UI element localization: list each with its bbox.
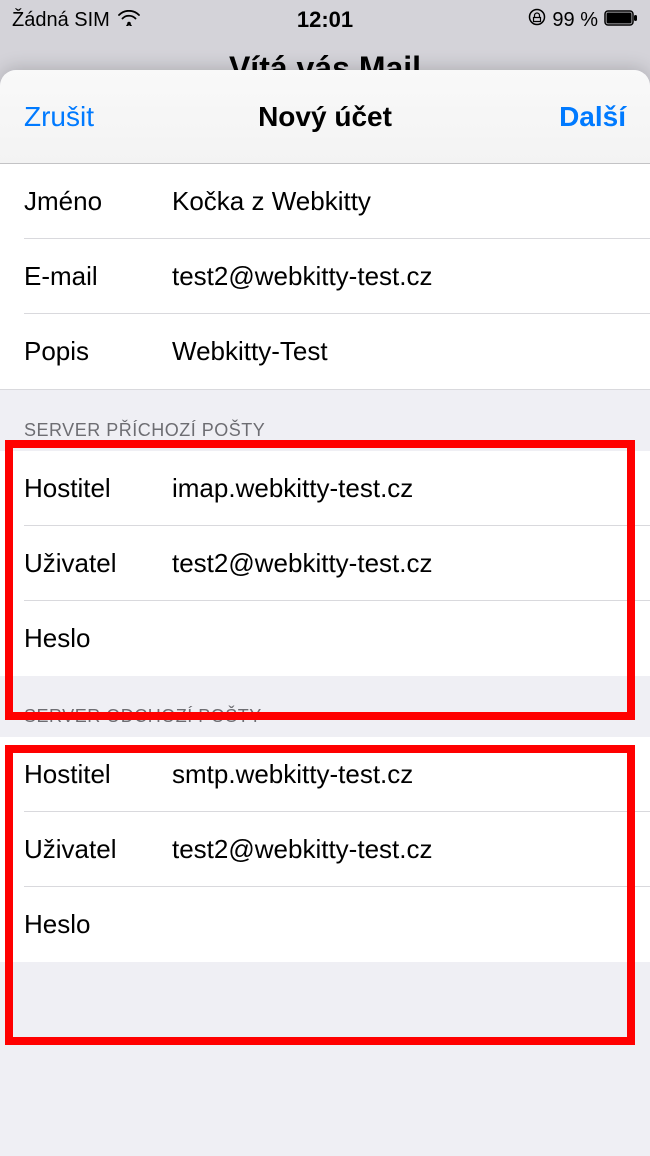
email-field[interactable] bbox=[172, 261, 650, 292]
wifi-icon bbox=[118, 9, 140, 32]
outgoing-host-field[interactable] bbox=[172, 759, 650, 790]
outgoing-user-label: Uživatel bbox=[24, 834, 172, 865]
description-label: Popis bbox=[24, 336, 172, 367]
incoming-pass-field[interactable] bbox=[172, 623, 650, 654]
row-outgoing-pass[interactable]: Heslo bbox=[0, 887, 650, 962]
navbar-title: Nový účet bbox=[258, 101, 392, 133]
status-right: 99 % bbox=[528, 8, 638, 32]
incoming-section: Hostitel Uživatel Heslo bbox=[0, 451, 650, 676]
name-label: Jméno bbox=[24, 186, 172, 217]
incoming-host-field[interactable] bbox=[172, 473, 650, 504]
next-button[interactable]: Další bbox=[559, 101, 626, 133]
row-name[interactable]: Jméno bbox=[0, 164, 650, 239]
row-description[interactable]: Popis bbox=[0, 314, 650, 389]
name-field[interactable] bbox=[172, 186, 650, 217]
outgoing-user-field[interactable] bbox=[172, 834, 650, 865]
row-incoming-pass[interactable]: Heslo bbox=[0, 601, 650, 676]
status-bar: Žádná SIM 12:01 99 % bbox=[0, 0, 650, 40]
cancel-button[interactable]: Zrušit bbox=[24, 101, 94, 133]
incoming-user-label: Uživatel bbox=[24, 548, 172, 579]
outgoing-header: SERVER ODCHOZÍ POŠTY bbox=[0, 676, 650, 737]
row-incoming-host[interactable]: Hostitel bbox=[0, 451, 650, 526]
email-label: E-mail bbox=[24, 261, 172, 292]
outgoing-pass-label: Heslo bbox=[24, 909, 172, 940]
incoming-host-label: Hostitel bbox=[24, 473, 172, 504]
carrier-text: Žádná SIM bbox=[12, 9, 110, 32]
status-left: Žádná SIM bbox=[12, 9, 140, 32]
account-section: Jméno E-mail Popis bbox=[0, 164, 650, 390]
modal-sheet: Zrušit Nový účet Další Jméno E-mail Popi… bbox=[0, 70, 650, 1156]
outgoing-section: Hostitel Uživatel Heslo bbox=[0, 737, 650, 962]
battery-percent: 99 % bbox=[552, 9, 598, 32]
orientation-lock-icon bbox=[528, 8, 546, 32]
outgoing-pass-field[interactable] bbox=[172, 909, 650, 940]
battery-icon bbox=[604, 9, 638, 32]
row-outgoing-host[interactable]: Hostitel bbox=[0, 737, 650, 812]
row-outgoing-user[interactable]: Uživatel bbox=[0, 812, 650, 887]
incoming-user-field[interactable] bbox=[172, 548, 650, 579]
row-email[interactable]: E-mail bbox=[0, 239, 650, 314]
incoming-header: SERVER PŘÍCHOZÍ POŠTY bbox=[0, 390, 650, 451]
incoming-pass-label: Heslo bbox=[24, 623, 172, 654]
description-field[interactable] bbox=[172, 336, 650, 367]
outgoing-host-label: Hostitel bbox=[24, 759, 172, 790]
navbar: Zrušit Nový účet Další bbox=[0, 70, 650, 164]
status-time: 12:01 bbox=[297, 7, 353, 33]
row-incoming-user[interactable]: Uživatel bbox=[0, 526, 650, 601]
